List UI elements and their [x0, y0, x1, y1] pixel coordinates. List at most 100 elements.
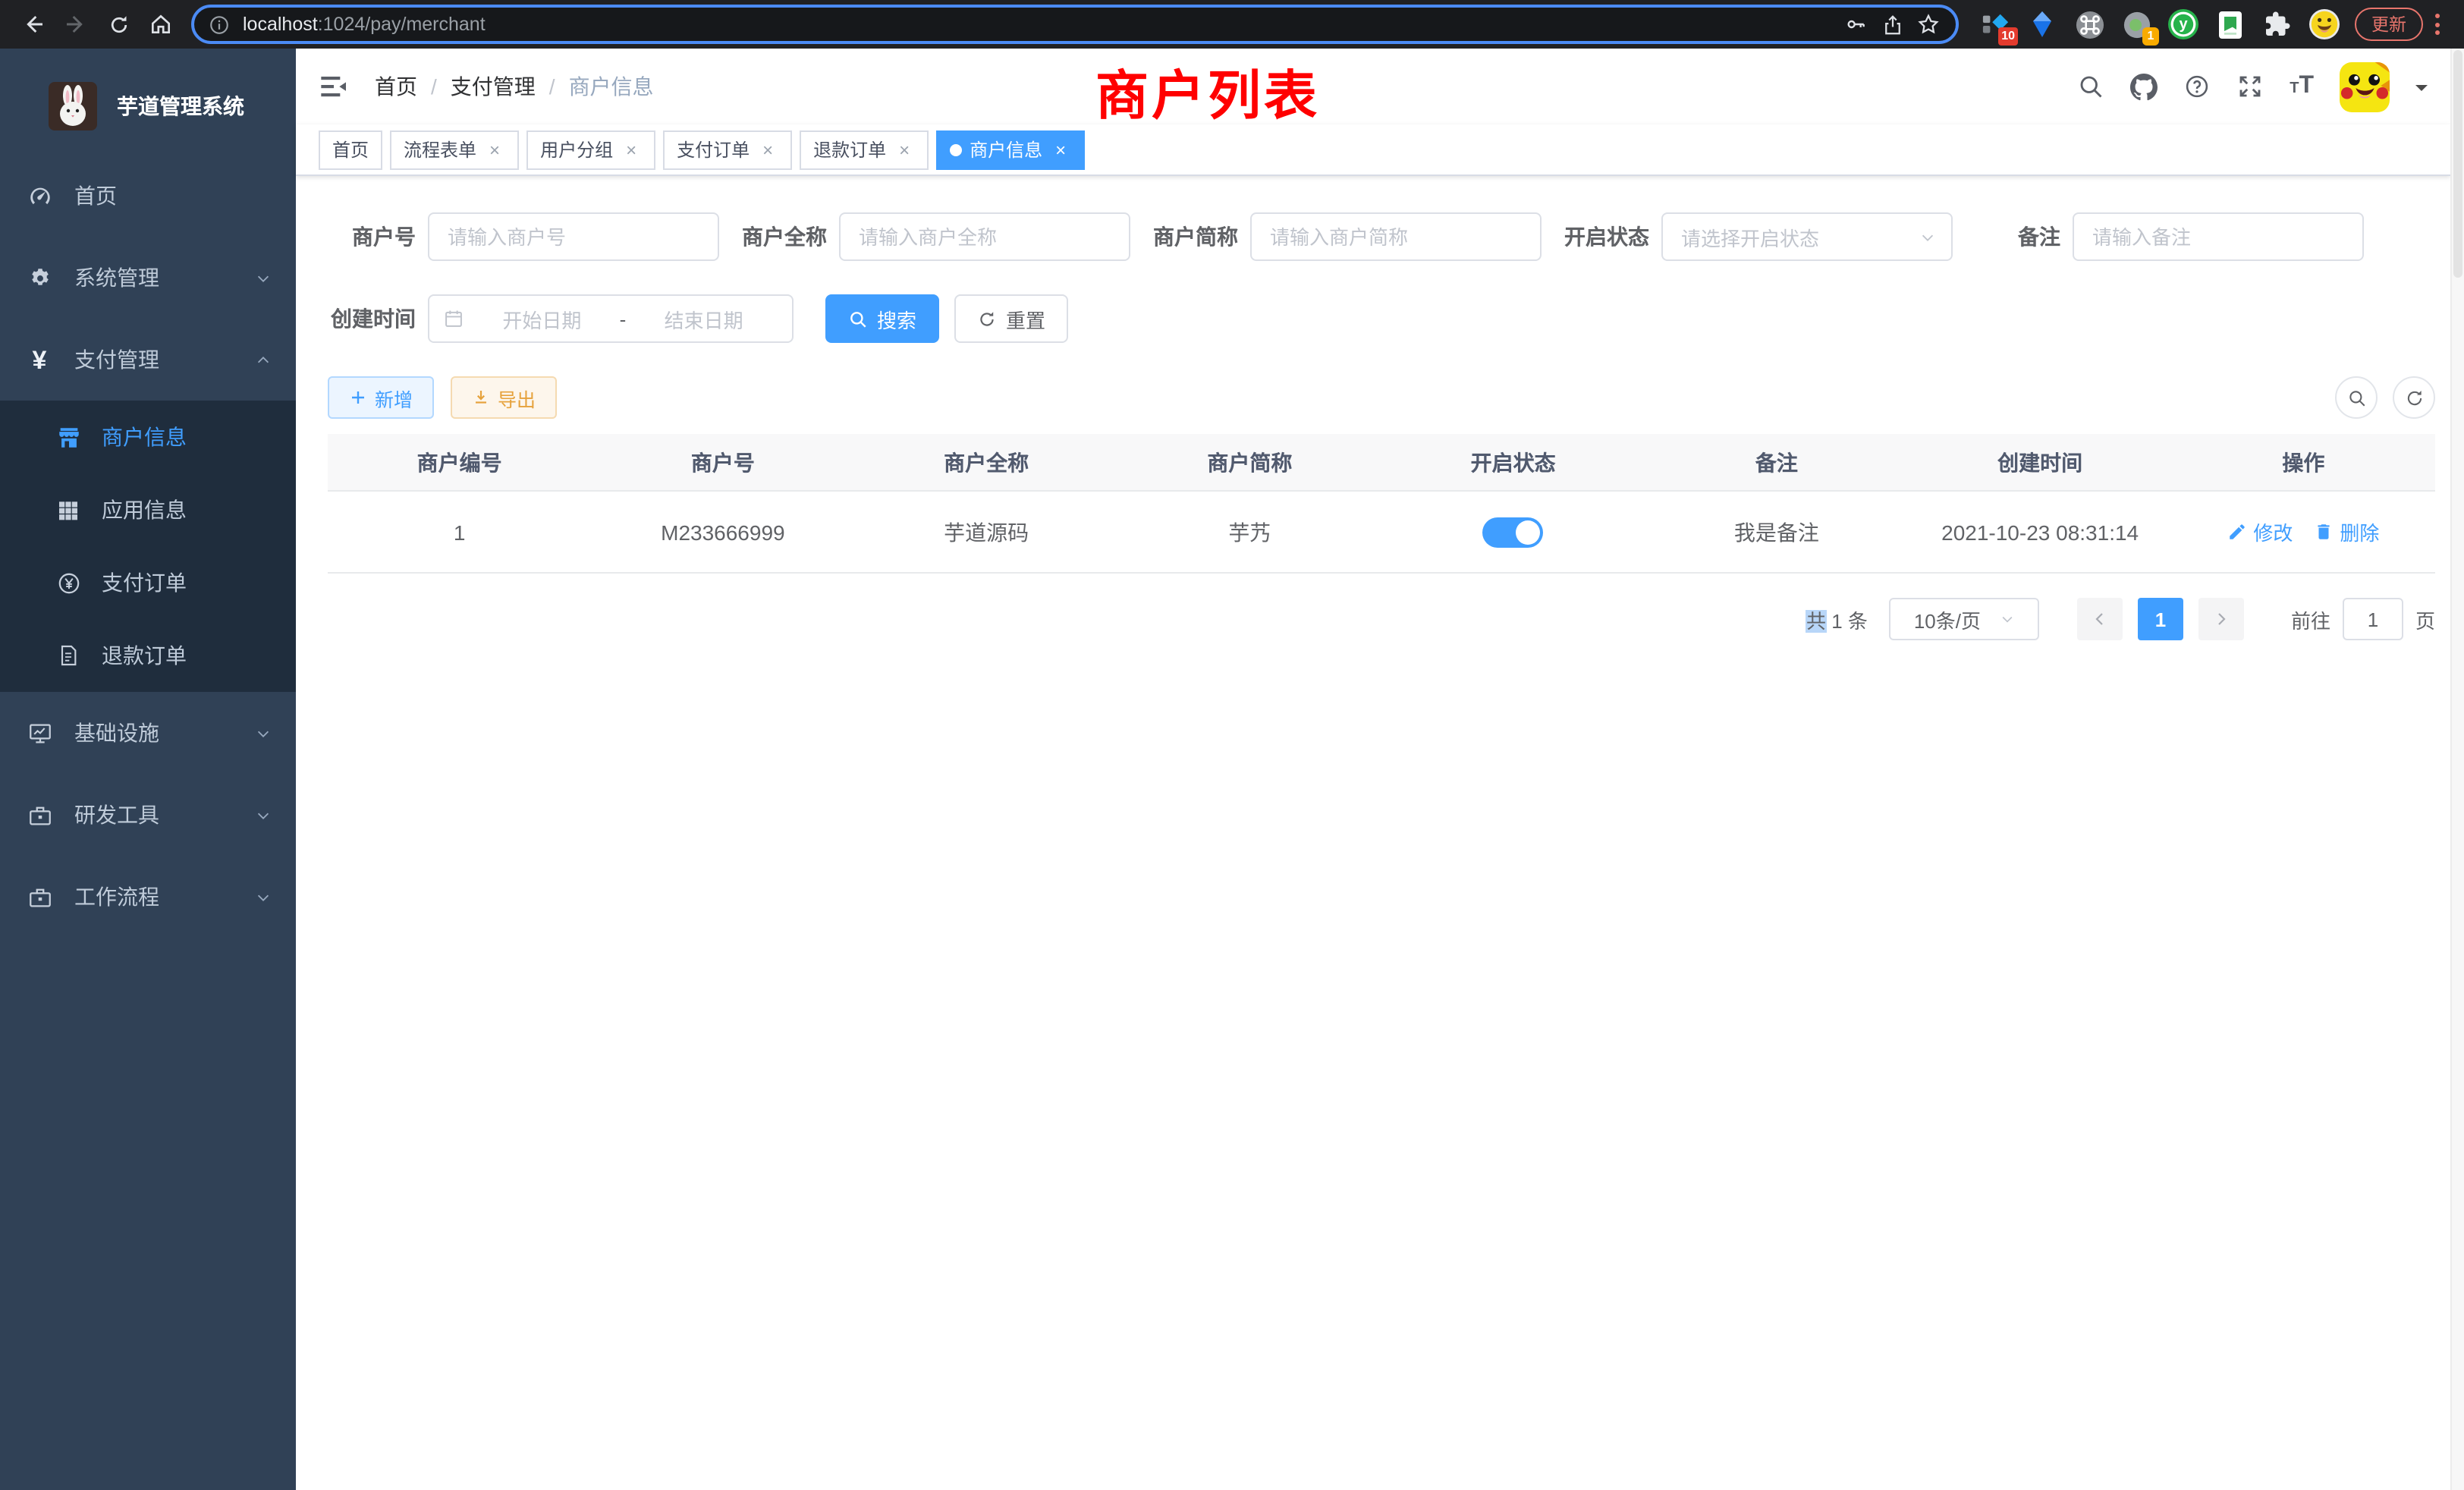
- field-label: 商户全称: [739, 222, 827, 252]
- next-page-button[interactable]: [2198, 598, 2244, 640]
- ext-y-icon[interactable]: y: [2168, 9, 2198, 39]
- gear-icon: [26, 265, 53, 291]
- tab-merchant-info[interactable]: 商户信息×: [936, 130, 1085, 169]
- breadcrumb-home[interactable]: 首页: [375, 71, 417, 102]
- browser-reload-button[interactable]: [97, 3, 140, 46]
- sidebar-item-label: 应用信息: [102, 495, 187, 525]
- ext-y-label: y: [2179, 16, 2187, 33]
- search-icon[interactable]: [2077, 73, 2104, 100]
- field-status: 开启状态 请选择开启状态: [1561, 212, 1953, 261]
- close-icon[interactable]: ×: [1050, 139, 1071, 160]
- site-info-icon[interactable]: [203, 9, 234, 39]
- reset-button[interactable]: 重置: [954, 294, 1068, 343]
- extensions-puzzle-icon[interactable]: [2262, 9, 2293, 39]
- ext-gem-icon[interactable]: [2027, 9, 2057, 39]
- bookmark-star-icon[interactable]: [1910, 8, 1947, 41]
- col-header: 商户全称: [855, 434, 1118, 490]
- url-bar[interactable]: localhost:1024/pay/merchant: [191, 5, 1959, 44]
- sidebar-item-refund-order[interactable]: 退款订单: [0, 619, 296, 692]
- refresh-icon[interactable]: [2393, 376, 2435, 419]
- yen-circle-icon: [55, 570, 82, 596]
- cell-create-time: 2021-10-23 08:31:14: [1909, 492, 2172, 572]
- url-text[interactable]: localhost:1024/pay/merchant: [243, 14, 1837, 35]
- sidebar-item-app-info[interactable]: 应用信息: [0, 473, 296, 546]
- close-icon[interactable]: ×: [894, 139, 915, 160]
- sidebar-item-home[interactable]: 首页: [0, 155, 296, 237]
- share-icon[interactable]: [1874, 8, 1910, 41]
- field-merchant-no: 商户号: [328, 212, 719, 261]
- end-date-placeholder[interactable]: 结束日期: [629, 304, 778, 333]
- tab-home[interactable]: 首页: [319, 130, 382, 169]
- close-icon[interactable]: ×: [484, 139, 505, 160]
- scrollbar-thumb[interactable]: [2453, 50, 2462, 278]
- browser-home-button[interactable]: [140, 3, 182, 46]
- tab-user-group[interactable]: 用户分组×: [526, 130, 655, 169]
- sidebar-item-label: 首页: [74, 181, 117, 211]
- close-icon[interactable]: ×: [621, 139, 642, 160]
- current-page-button[interactable]: 1: [2138, 598, 2183, 640]
- col-header: 商户编号: [328, 434, 591, 490]
- merchant-name-input[interactable]: [839, 212, 1130, 261]
- add-button[interactable]: 新增: [328, 376, 434, 419]
- browser-profile-avatar[interactable]: [2309, 9, 2340, 39]
- ext-recorder-icon[interactable]: 1: [2121, 9, 2151, 39]
- start-date-placeholder[interactable]: 开始日期: [467, 304, 617, 333]
- chevron-down-icon: [255, 725, 272, 741]
- close-icon[interactable]: ×: [757, 139, 778, 160]
- sidebar-item-merchant-info[interactable]: 商户信息: [0, 401, 296, 473]
- tab-process-form[interactable]: 流程表单×: [390, 130, 519, 169]
- sidebar-item-devtools[interactable]: 研发工具: [0, 774, 296, 856]
- export-button[interactable]: 导出: [451, 376, 557, 419]
- merchant-no-input[interactable]: [428, 212, 719, 261]
- grid-icon: [55, 498, 82, 522]
- delete-link[interactable]: 删除: [2314, 517, 2379, 546]
- status-select[interactable]: 请选择开启状态: [1661, 212, 1953, 261]
- tab-pay-order[interactable]: 支付订单×: [663, 130, 792, 169]
- help-icon[interactable]: [2183, 73, 2211, 100]
- col-header: 操作: [2172, 434, 2435, 490]
- goto-page-input[interactable]: [2343, 598, 2403, 640]
- browser-back-button[interactable]: [12, 3, 55, 46]
- tab-refund-order[interactable]: 退款订单×: [800, 130, 929, 169]
- remark-input[interactable]: [2073, 212, 2364, 261]
- breadcrumb-pay[interactable]: 支付管理: [451, 71, 536, 102]
- cell-operations: 修改 删除: [2172, 492, 2435, 572]
- col-header: 商户简称: [1118, 434, 1381, 490]
- briefcase-icon: [26, 884, 53, 910]
- pay-submenu: 商户信息 应用信息 支付订单: [0, 401, 296, 692]
- edit-link[interactable]: 修改: [2227, 517, 2293, 546]
- browser-forward-button[interactable]: [55, 3, 97, 46]
- avatar-dropdown-caret[interactable]: [2415, 84, 2428, 96]
- password-key-icon[interactable]: [1837, 8, 1874, 41]
- toggle-search-icon[interactable]: [2335, 376, 2378, 419]
- page-scrollbar[interactable]: [2450, 49, 2464, 1490]
- create-time-range-picker[interactable]: 开始日期 - 结束日期: [428, 294, 794, 343]
- ext-command-icon[interactable]: [2074, 9, 2104, 39]
- sidebar-item-pay[interactable]: ¥ 支付管理: [0, 319, 296, 401]
- sidebar-item-label: 系统管理: [74, 262, 159, 293]
- browser-menu-icon[interactable]: [2423, 14, 2452, 35]
- sidebar-collapse-icon[interactable]: [319, 71, 349, 102]
- browser-update-button[interactable]: 更新: [2355, 8, 2423, 41]
- search-button[interactable]: 搜索: [825, 294, 939, 343]
- status-toggle[interactable]: [1483, 517, 1544, 547]
- ext-notes-icon[interactable]: [2215, 9, 2246, 39]
- sidebar-item-workflow[interactable]: 工作流程: [0, 856, 296, 938]
- prev-page-button[interactable]: [2077, 598, 2123, 640]
- ext-diamond-icon[interactable]: 10: [1980, 9, 2010, 39]
- sidebar-item-infra[interactable]: 基础设施: [0, 692, 296, 774]
- chevron-down-icon: [1919, 228, 1936, 245]
- calendar-icon: [443, 308, 464, 329]
- sidebar-item-system[interactable]: 系统管理: [0, 237, 296, 319]
- fullscreen-icon[interactable]: [2236, 73, 2264, 100]
- red-annotation-label: 商户列表: [1095, 53, 1320, 130]
- toolbox-icon: [26, 802, 53, 828]
- merchant-short-input[interactable]: [1250, 212, 1542, 261]
- font-size-icon[interactable]: TT: [2290, 74, 2314, 99]
- sidebar-item-pay-order[interactable]: 支付订单: [0, 546, 296, 619]
- screen: localhost:1024/pay/merchant 10: [0, 0, 2464, 1490]
- page-size-select[interactable]: 10条/页: [1889, 598, 2039, 640]
- user-avatar[interactable]: [2340, 61, 2390, 112]
- github-icon[interactable]: [2130, 73, 2158, 100]
- cell-name: 芋道源码: [855, 492, 1118, 572]
